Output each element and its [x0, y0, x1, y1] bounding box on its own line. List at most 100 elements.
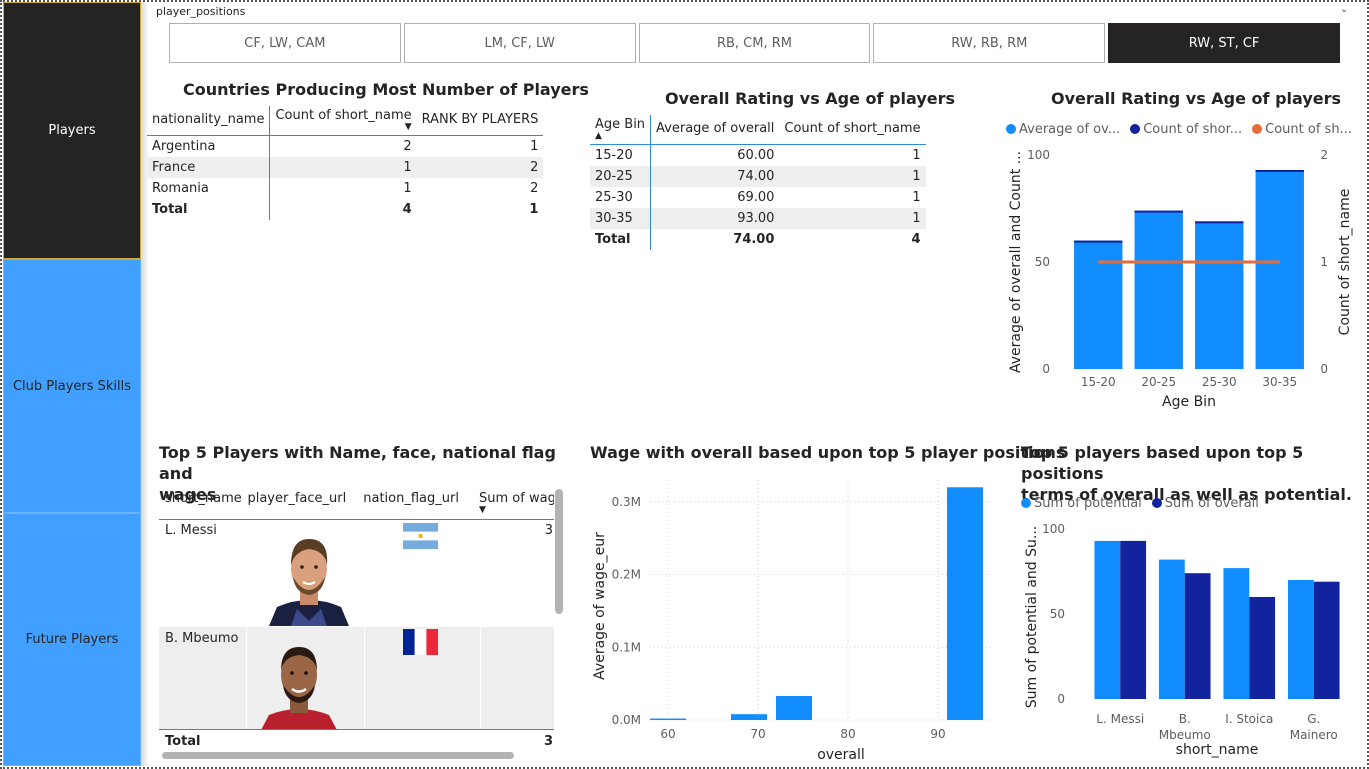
- bar-overall[interactable]: [1249, 597, 1276, 699]
- column-header[interactable]: short_name: [159, 491, 242, 506]
- legend-dot-icon: [1006, 124, 1016, 134]
- bar-count-short-name[interactable]: [1074, 240, 1123, 243]
- legend-dot-icon: [1151, 498, 1162, 508]
- total-label: Total: [165, 734, 201, 749]
- bar-potential[interactable]: [1287, 580, 1314, 699]
- y-tick-label: 100: [1027, 148, 1050, 162]
- bar-count-short-name[interactable]: [1255, 169, 1304, 172]
- bar-count-short-name[interactable]: [1195, 221, 1244, 224]
- bar-overall[interactable]: [1120, 540, 1147, 699]
- legend-item[interactable]: Sum of potential: [1021, 496, 1142, 511]
- table-row[interactable]: 20-25 74.00 1: [590, 165, 926, 187]
- x-tick-label: 20-25: [1141, 375, 1176, 389]
- cell-divider: [246, 627, 247, 730]
- table-row[interactable]: L. Messi 3: [159, 521, 554, 626]
- table-cell: 74.00: [733, 231, 775, 247]
- table-row[interactable]: 30-35 93.00 1: [590, 207, 926, 229]
- table-cell: 1: [530, 138, 539, 154]
- total-value: 3: [543, 734, 553, 749]
- slicer-option-3[interactable]: RB, CM, RM: [638, 23, 871, 63]
- column-header[interactable]: Average of overall: [650, 115, 780, 145]
- table-row[interactable]: B. Mbeumo: [159, 627, 554, 730]
- bar-wage[interactable]: [650, 718, 686, 720]
- chevron-down-icon[interactable]: ⌄: [1340, 4, 1348, 15]
- legend-label: Sum of potential: [1034, 496, 1142, 511]
- column-header[interactable]: nation_flag_url: [358, 491, 474, 506]
- table-total-row: Total 3: [159, 729, 554, 751]
- column-header-sorted[interactable]: Sum of wag ▼: [474, 491, 554, 515]
- top-players-chart[interactable]: 0 50 100 L. Messi B. Mbeumo I. Stoica G. Mainero…: [1015, 515, 1360, 765]
- table-cell: Romania: [147, 177, 271, 199]
- legend-item[interactable]: Count of sh...: [1252, 122, 1352, 137]
- vertical-scrollbar[interactable]: [555, 489, 563, 614]
- bar-wage[interactable]: [776, 696, 812, 720]
- france-flag-icon: [403, 629, 438, 655]
- title-line: Top 5 Players with Name, face, national …: [159, 443, 556, 483]
- table-cell: 1: [779, 207, 926, 229]
- y-axis-title: Sum of potential and Su...: [1024, 526, 1040, 708]
- slicer-option-2[interactable]: LM, CF, LW: [403, 23, 636, 63]
- y-tick-label: 0.3M: [612, 495, 641, 509]
- slicer-option-4[interactable]: RW, RB, RM: [873, 23, 1106, 63]
- y-axis-title: Average of overall and Count ...: [1008, 151, 1024, 373]
- table-cell: 2: [403, 138, 412, 154]
- players-table-header: short_name player_face_url nation_flag_u…: [159, 489, 554, 520]
- table-cell: 4: [402, 201, 412, 217]
- table-cell: France: [147, 156, 271, 178]
- nav-button-players[interactable]: Players: [3, 2, 141, 259]
- bar-average-overall[interactable]: [1074, 240, 1123, 369]
- bar-count-short-name[interactable]: [1134, 210, 1183, 213]
- bar-average-overall[interactable]: [1195, 221, 1244, 369]
- bar-potential[interactable]: [1158, 559, 1185, 699]
- bar-wage[interactable]: [731, 714, 767, 720]
- player-face-image: [261, 647, 337, 730]
- bar-overall[interactable]: [1313, 581, 1340, 699]
- legend-label: Sum of overall: [1164, 496, 1259, 511]
- table-cell: 4: [911, 231, 921, 247]
- column-header[interactable]: RANK BY PLAYERS: [416, 106, 544, 136]
- x-axis-title: overall: [817, 747, 865, 763]
- slicer-option-5[interactable]: RW, ST, CF: [1108, 23, 1340, 63]
- nav-button-future-players[interactable]: Future Players: [3, 513, 141, 766]
- wage-chart[interactable]: 60 70 80 90 0.0M 0.1M 0.2M 0.3M overall Average o…: [588, 470, 1008, 766]
- legend-item[interactable]: Count of shor...: [1130, 122, 1242, 137]
- bar-wage[interactable]: [947, 487, 983, 720]
- horizontal-scrollbar[interactable]: [162, 752, 514, 759]
- column-header[interactable]: nationality_name: [147, 106, 271, 136]
- table-row[interactable]: 15-20 60.00 1: [590, 144, 926, 166]
- legend-item[interactable]: Average of ov...: [1006, 122, 1120, 137]
- column-header-sorted[interactable]: Count of short_name ▼: [269, 106, 417, 136]
- table-cell: 74.00: [650, 165, 780, 187]
- column-header[interactable]: Count of short_name: [779, 115, 926, 145]
- table-cell: Argentina: [147, 135, 271, 157]
- slicer-option-1[interactable]: CF, LW, CAM: [169, 23, 401, 63]
- table-cell: 2: [416, 156, 544, 178]
- bar-average-overall[interactable]: [1134, 210, 1183, 369]
- table-row[interactable]: Romania 1 2: [147, 177, 543, 199]
- age-table-title: Overall Rating vs Age of players: [665, 89, 956, 108]
- bar-potential[interactable]: [1223, 568, 1250, 699]
- title-line: Top 5 players based upon top 5 positions: [1021, 443, 1304, 483]
- table-row[interactable]: 25-30 69.00 1: [590, 186, 926, 208]
- legend-label: Count of shor...: [1143, 122, 1243, 137]
- bar-average-overall[interactable]: [1255, 169, 1304, 369]
- bar-potential[interactable]: [1094, 540, 1121, 699]
- nav-button-club-players-skills[interactable]: Club Players Skills: [3, 259, 141, 513]
- age-table: Age Bin ▲ Average of overall Count of sho…: [590, 115, 926, 250]
- y-tick-label: 50: [1035, 255, 1050, 269]
- table-row[interactable]: France 1 2: [147, 156, 544, 178]
- column-header-sorted[interactable]: Age Bin ▲: [590, 115, 652, 145]
- table-cell: Total: [590, 228, 652, 250]
- age-combo-chart[interactable]: 0 50 100 0 1 2 15-20 20-25 25-30 30-35 Age Bin Aver…: [1000, 140, 1362, 420]
- countries-table: nationality_name Count of short_name ▼ RA…: [147, 106, 544, 220]
- column-header[interactable]: player_face_url: [242, 491, 358, 506]
- table-row[interactable]: Argentina 2 1: [147, 135, 543, 157]
- legend-item[interactable]: Sum of overall: [1151, 496, 1259, 511]
- page-navigator: Players Club Players Skills Future Playe…: [3, 2, 141, 766]
- x-tick-label: 30-35: [1262, 375, 1297, 389]
- x-tick-label: Mbeumo: [1159, 728, 1211, 742]
- table-cell: 1: [912, 189, 921, 205]
- table-cell: 15-20: [590, 144, 652, 166]
- bar-overall[interactable]: [1184, 573, 1211, 699]
- x-axis-title: Age Bin: [1162, 394, 1216, 410]
